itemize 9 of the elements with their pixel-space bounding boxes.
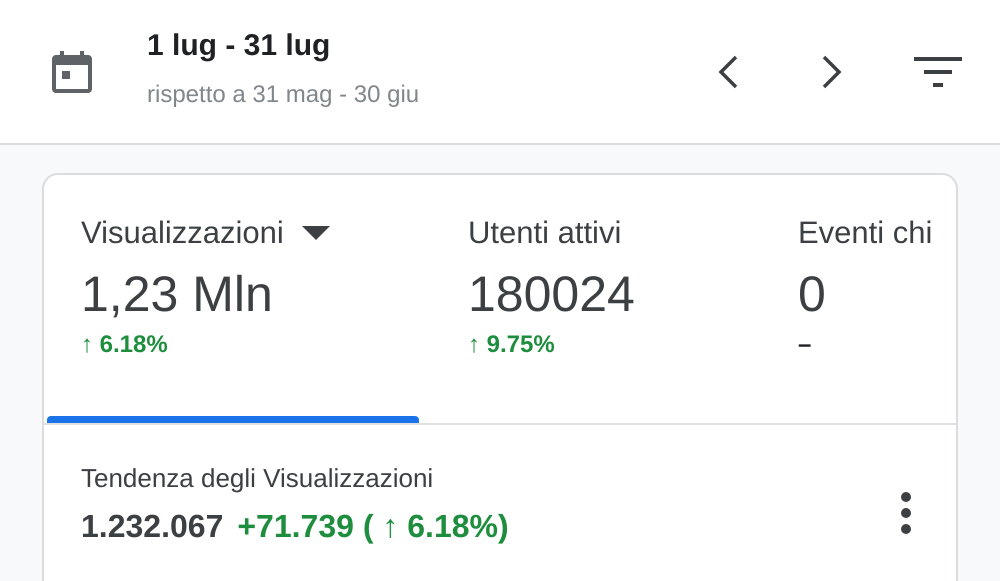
- date-range-title: 1 lug - 31 lug: [147, 28, 332, 62]
- calendar-icon: [52, 50, 92, 92]
- trend-total: 1.232.067: [81, 508, 224, 545]
- metric-tab[interactable]: Visualizzazioni 1,23 Mln ↑ 6.18%: [44, 175, 419, 423]
- metric-tab[interactable]: Utenti attivi 180024 ↑ 9.75%: [419, 175, 749, 423]
- trend-change: +71.739 ( ↑ 6.18%): [237, 508, 509, 545]
- comparison-range: rispetto a 31 mag - 30 giu: [147, 80, 420, 108]
- trend-title: Tendenza degli Visualizzazioni: [81, 463, 434, 494]
- metric-tab[interactable]: Eventi chi 0 –: [749, 175, 956, 423]
